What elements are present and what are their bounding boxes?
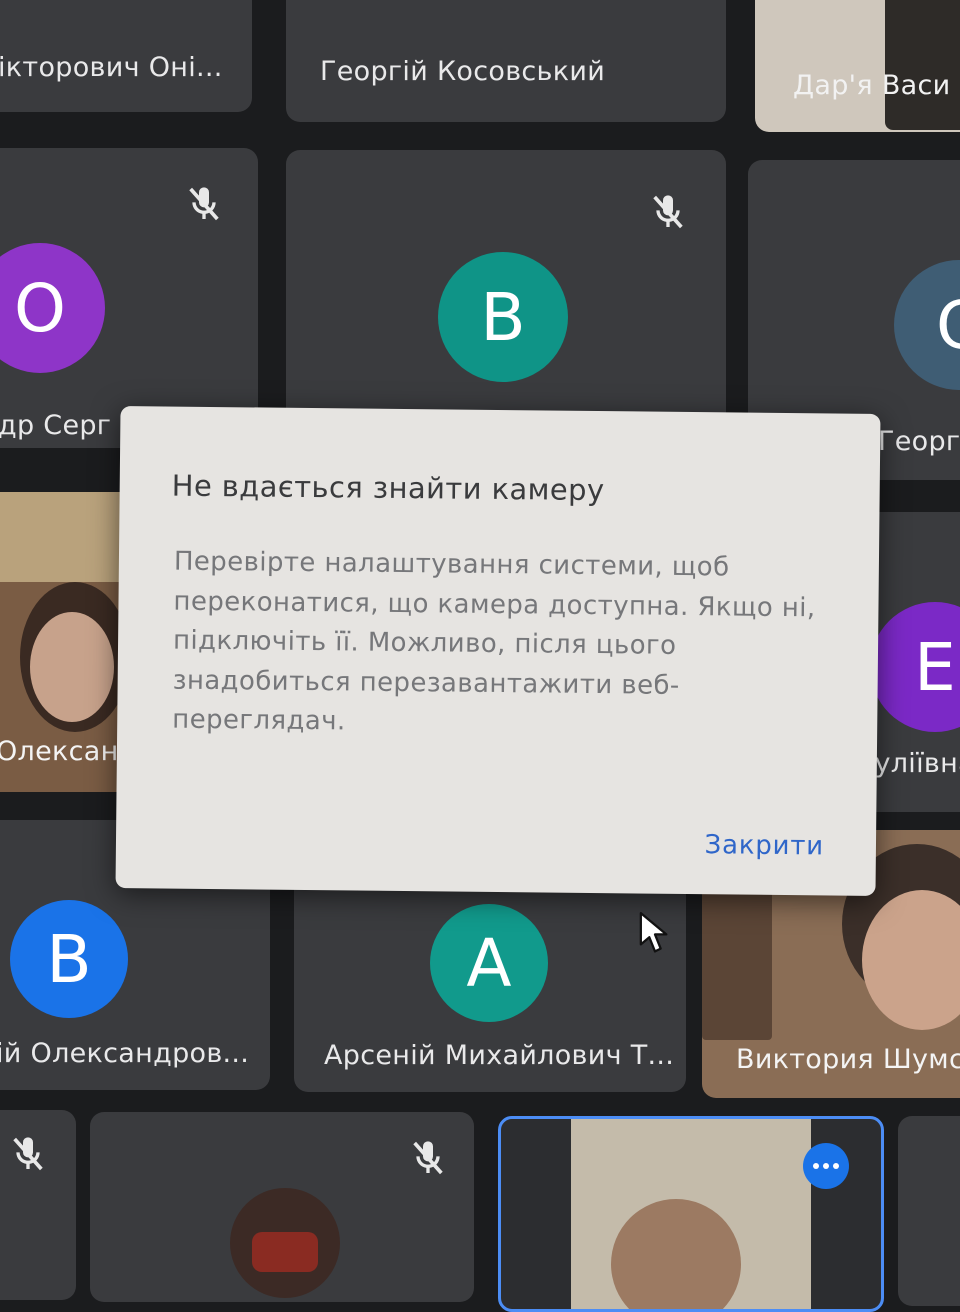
participant-name: Георгій Косовський bbox=[320, 56, 606, 87]
participant-video bbox=[885, 0, 960, 130]
avatar: В bbox=[10, 900, 128, 1018]
participant-tile[interactable]: В bbox=[286, 150, 726, 432]
participant-tile[interactable]: Георгій Косовський bbox=[286, 0, 726, 122]
participant-name: ій Олександров... bbox=[0, 1038, 250, 1069]
participant-name: ікторович Оні... bbox=[0, 52, 223, 83]
participant-name: Виктория Шумска bbox=[736, 1044, 960, 1075]
participant-tile[interactable]: О др Серг bbox=[0, 148, 258, 448]
mic-off-icon bbox=[413, 1141, 443, 1175]
dots-icon bbox=[813, 1163, 839, 1169]
participant-tile[interactable] bbox=[498, 1116, 884, 1312]
participant-name: Георгі bbox=[878, 426, 960, 457]
participant-tile[interactable]: ікторович Оні... bbox=[0, 0, 252, 112]
avatar: А bbox=[430, 904, 548, 1022]
camera-error-dialog: Не вдається знайти камеру Перевірте нала… bbox=[115, 406, 881, 896]
avatar: С bbox=[894, 260, 960, 390]
avatar: В bbox=[438, 252, 568, 382]
participant-name: др Серг bbox=[0, 410, 112, 441]
dialog-title: Не вдається знайти камеру bbox=[171, 468, 605, 508]
participant-video bbox=[252, 1232, 318, 1272]
avatar: О bbox=[0, 243, 105, 373]
more-options-icon[interactable] bbox=[803, 1143, 849, 1189]
participant-name: Дар'я Васи bbox=[793, 70, 951, 101]
close-button[interactable]: Закрити bbox=[704, 830, 824, 861]
mouse-cursor-icon bbox=[639, 912, 668, 953]
participant-tile[interactable] bbox=[898, 1116, 960, 1306]
participant-name: Арсеній Михайлович Т... bbox=[324, 1040, 675, 1071]
mic-off-icon bbox=[653, 195, 683, 229]
participant-tile[interactable] bbox=[90, 1112, 474, 1302]
participant-video bbox=[30, 612, 114, 722]
mic-off-icon bbox=[189, 187, 219, 221]
dialog-message: Перевірте налаштування системи, щоб пере… bbox=[172, 546, 816, 737]
participant-video bbox=[702, 890, 772, 1040]
participant-tile[interactable] bbox=[0, 1110, 76, 1300]
participant-tile[interactable]: Дар'я Васи bbox=[755, 0, 960, 132]
mic-off-icon bbox=[13, 1137, 43, 1171]
avatar: Е bbox=[870, 602, 960, 732]
